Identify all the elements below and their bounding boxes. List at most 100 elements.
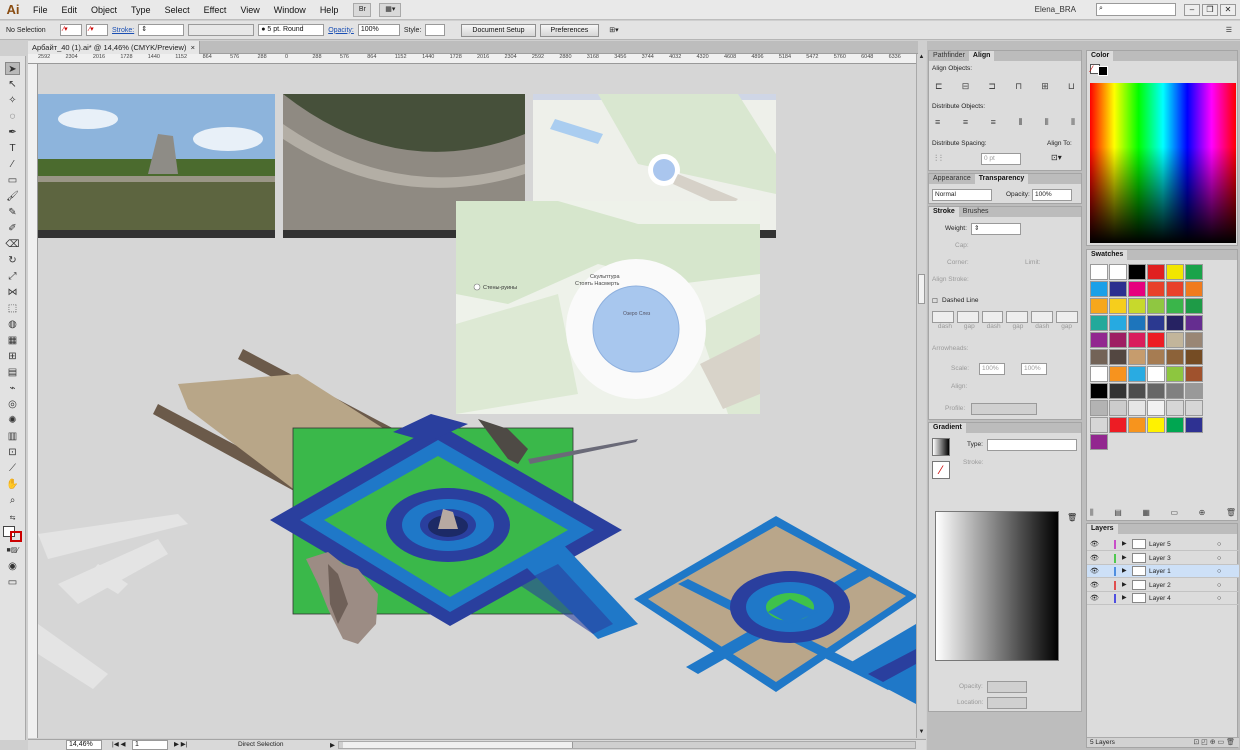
visibility-eye-icon[interactable]: 👁 xyxy=(1090,538,1099,551)
gradient-location-field[interactable] xyxy=(987,697,1027,709)
color-swatch[interactable] xyxy=(1090,417,1108,433)
close-button[interactable]: ✕ xyxy=(1220,3,1236,16)
align-vcenter-icon[interactable]: ⊞ xyxy=(1041,81,1049,91)
color-swatch[interactable] xyxy=(1185,298,1203,314)
layer-row[interactable]: 👁 ▶ Layer 2 ○ xyxy=(1087,579,1239,592)
color-swatch[interactable] xyxy=(1109,315,1127,331)
color-swatch[interactable] xyxy=(1090,298,1108,314)
color-swatch[interactable] xyxy=(1128,383,1146,399)
gradient-preview-swatch[interactable] xyxy=(932,438,950,456)
vertical-scrollbar[interactable]: ▲ ▼ xyxy=(916,54,926,738)
user-name[interactable]: Elena_BRA xyxy=(1035,5,1076,14)
align-object-buttons[interactable]: ⊏ ⊟ ⊐ ⊓ ⊞ ⊔ xyxy=(935,81,1075,91)
layer-row[interactable]: 👁 ▶ Layer 4 ○ xyxy=(1087,592,1239,605)
free-transform-icon[interactable]: ⬚ xyxy=(5,302,20,315)
opacity-field[interactable]: 100% xyxy=(357,24,400,36)
tab-pathfinder[interactable]: Pathfinder xyxy=(929,51,969,61)
menu-type[interactable]: Type xyxy=(124,0,158,20)
tab-transparency[interactable]: Transparency xyxy=(974,174,1029,184)
color-swatch[interactable] xyxy=(1166,383,1184,399)
distribute-spacing-buttons[interactable]: ⫶ ⫶ xyxy=(935,153,942,164)
color-swatch[interactable] xyxy=(1147,383,1165,399)
mesh-tool-icon[interactable]: ⊞ xyxy=(5,350,20,363)
blend-tool-icon[interactable]: ◎ xyxy=(5,398,20,411)
color-swatch[interactable] xyxy=(1185,400,1203,416)
delete-stop-icon[interactable]: 🗑 xyxy=(1067,513,1077,522)
document-setup-button[interactable]: Document Setup xyxy=(461,23,536,37)
direct-selection-tool-icon[interactable]: ↖ xyxy=(5,78,20,91)
menu-window[interactable]: Window xyxy=(267,0,313,20)
layer-name[interactable]: Layer 4 xyxy=(1149,592,1171,605)
target-circle-icon[interactable]: ○ xyxy=(1217,592,1221,605)
color-swatch[interactable] xyxy=(1109,349,1127,365)
color-swatch[interactable] xyxy=(1090,332,1108,348)
color-swatch[interactable] xyxy=(1147,264,1165,280)
dist-bottom-icon[interactable]: ≡ xyxy=(991,117,996,127)
layer-name[interactable]: Layer 1 xyxy=(1149,565,1171,578)
minimize-button[interactable]: – xyxy=(1184,3,1200,16)
color-swatch[interactable] xyxy=(1090,315,1108,331)
artboard-nav-next[interactable]: ▶ ▶| xyxy=(174,740,188,748)
restore-button[interactable]: ❐ xyxy=(1202,3,1218,16)
color-swatch[interactable] xyxy=(1166,349,1184,365)
dist-hcenter-icon[interactable]: ⫴ xyxy=(1045,117,1049,127)
layer-name[interactable]: Layer 5 xyxy=(1149,538,1171,551)
expand-triangle-icon[interactable]: ▶ xyxy=(1122,565,1127,578)
color-swatch[interactable] xyxy=(1109,281,1127,297)
target-circle-icon[interactable]: ○ xyxy=(1217,565,1221,578)
fill-stroke-indicator[interactable] xyxy=(3,526,23,542)
delete-swatch-icon[interactable]: 🗑 xyxy=(1226,508,1236,518)
transparency-opacity-field[interactable]: 100% xyxy=(1032,189,1072,201)
color-swatch[interactable] xyxy=(1185,332,1203,348)
color-swatch[interactable] xyxy=(1185,281,1203,297)
document-tab[interactable]: Арбайт_40 (1).ai* @ 14,46% (CMYK/Preview… xyxy=(28,41,200,54)
close-tab-icon[interactable]: × xyxy=(191,41,195,54)
slice-tool-icon[interactable]: ⟋ xyxy=(5,462,20,475)
color-swatch[interactable] xyxy=(1185,417,1203,433)
visibility-eye-icon[interactable]: 👁 xyxy=(1090,592,1099,605)
color-swatch[interactable] xyxy=(1166,264,1184,280)
dash-gap-fields[interactable] xyxy=(932,311,1078,323)
color-swatch[interactable] xyxy=(1090,366,1108,382)
column-graph-icon[interactable]: ▥ xyxy=(5,430,20,443)
artboard-number-field[interactable]: 1 xyxy=(132,740,168,750)
menu-edit[interactable]: Edit xyxy=(55,0,85,20)
eraser-tool-icon[interactable]: ⌫ xyxy=(5,238,20,251)
layer-row[interactable]: 👁 ▶ Layer 5 ○ xyxy=(1087,538,1239,551)
green-plaza[interactable] xyxy=(270,414,638,639)
dist-left-icon[interactable]: ⫴ xyxy=(1018,117,1022,127)
align-top-icon[interactable]: ⊓ xyxy=(1015,81,1022,91)
gradient-fill-stroke-icon[interactable]: ⁄ xyxy=(932,461,950,479)
selection-tool-icon[interactable]: ➤ xyxy=(5,62,20,75)
color-swatch[interactable] xyxy=(1128,315,1146,331)
scroll-down-arrow[interactable]: ▼ xyxy=(917,729,926,738)
swatch-library-icon[interactable]: ⫼ xyxy=(1090,508,1094,518)
dist-right-icon[interactable]: ⫴ xyxy=(1071,117,1075,127)
color-swatch[interactable] xyxy=(1166,298,1184,314)
scroll-up-arrow[interactable]: ▲ xyxy=(917,54,926,63)
tab-align[interactable]: Align xyxy=(968,51,995,61)
swap-fill-stroke-icon[interactable]: ⇆ xyxy=(5,512,20,525)
menu-view[interactable]: View xyxy=(233,0,266,20)
color-swatch[interactable] xyxy=(1166,315,1184,331)
blend-mode-select[interactable]: Normal xyxy=(932,189,992,201)
color-swatch[interactable] xyxy=(1166,281,1184,297)
tab-layers[interactable]: Layers xyxy=(1087,524,1118,534)
shape-builder-icon[interactable]: ◍ xyxy=(5,318,20,331)
color-swatch[interactable] xyxy=(1128,417,1146,433)
gradient-ramp[interactable] xyxy=(935,511,1059,661)
menu-select[interactable]: Select xyxy=(158,0,197,20)
profile-select[interactable] xyxy=(971,403,1037,415)
drawing-mode-icon[interactable]: ◉ xyxy=(5,560,20,573)
paintbrush-tool-icon[interactable]: 🖌 xyxy=(5,190,20,203)
tab-brushes[interactable]: Brushes xyxy=(959,207,993,217)
width-tool-icon[interactable]: ⋈ xyxy=(5,286,20,299)
color-swatch[interactable] xyxy=(1166,366,1184,382)
menu-effect[interactable]: Effect xyxy=(197,0,234,20)
artboard-tool-icon[interactable]: ⊡ xyxy=(5,446,20,459)
stroke-swatch[interactable]: ⁄▾ xyxy=(86,24,108,36)
preferences-button[interactable]: Preferences xyxy=(539,23,600,37)
color-swatch[interactable] xyxy=(1147,366,1165,382)
artboard-nav-prev[interactable]: |◀ ◀ xyxy=(112,740,126,748)
swatch-bottom-icons[interactable]: ⫼ ▤ ▦ ▭ ⊕ 🗑 xyxy=(1090,508,1236,518)
